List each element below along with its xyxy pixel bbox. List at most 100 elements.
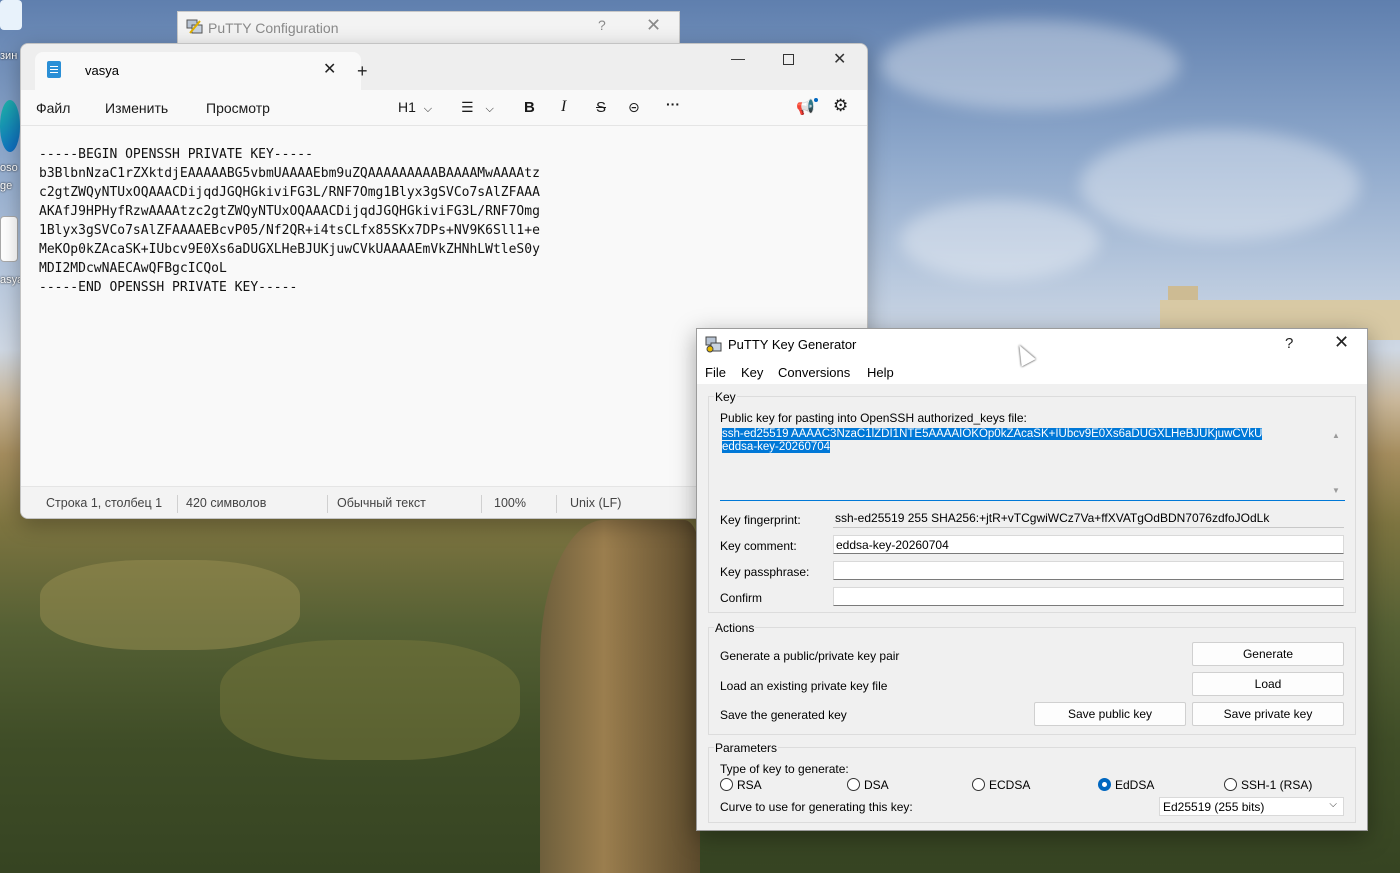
editor-line: -----BEGIN OPENSSH PRIVATE KEY----- — [39, 147, 313, 162]
settings-gear-icon[interactable]: ⚙ — [833, 96, 848, 116]
tab-vasya[interactable]: vasya ✕ — [35, 52, 361, 90]
italic-button[interactable]: I — [561, 98, 566, 116]
divider — [327, 495, 328, 513]
cloud — [1080, 130, 1360, 240]
menu-conversions[interactable]: Conversions — [778, 365, 850, 380]
menu-bar: Файл Изменить Просмотр H1 ⌵ ☰ ⌵ B I S ⊝ … — [21, 90, 867, 126]
group-title: Parameters — [714, 741, 779, 755]
group-title: Key — [714, 390, 737, 404]
save-private-key-button[interactable]: Save private key — [1192, 702, 1344, 726]
radio-circle — [720, 778, 733, 791]
radio-label: DSA — [864, 778, 889, 792]
close-button[interactable]: ✕ — [1334, 332, 1349, 353]
more-options-icon[interactable]: ··· — [666, 96, 680, 112]
strikethrough-button[interactable]: S — [596, 99, 606, 116]
fingerprint-field[interactable]: ssh-ed25519 255 SHA256:+jtR+vTCgwiWCz7Va… — [833, 509, 1344, 528]
heading-dropdown[interactable]: H1 ⌵ — [398, 99, 432, 116]
heading-label: H1 — [398, 99, 416, 115]
generate-description: Generate a public/private key pair — [720, 649, 900, 663]
desktop-icon-recycle-bin[interactable]: зин — [0, 0, 22, 62]
radio-label: EdDSA — [1115, 778, 1155, 792]
chevron-down-icon: ⌵ — [1329, 799, 1337, 810]
public-key-label: Public key for pasting into OpenSSH auth… — [720, 411, 1027, 425]
puttygen-icon — [705, 336, 722, 353]
desktop-icon-edge[interactable]: oso ge — [0, 100, 22, 192]
title-bar[interactable]: vasya ✕ + — ✕ — [21, 44, 867, 90]
notepad-icon — [47, 61, 61, 78]
chevron-down-icon: ⌵ — [485, 103, 494, 115]
notification-dot — [814, 98, 818, 102]
public-key-textarea[interactable]: ssh-ed25519 AAAAC3NzaC1lZDI1NTE5AAAAIOKO… — [720, 426, 1345, 501]
divider — [481, 495, 482, 513]
menu-help[interactable]: Help — [867, 365, 894, 380]
field — [220, 640, 520, 760]
desktop-icon-label: ge — [0, 180, 13, 192]
divider — [556, 495, 557, 513]
menu-file[interactable]: File — [705, 365, 726, 380]
cloud — [900, 200, 1100, 280]
close-button[interactable]: ✕ — [646, 15, 661, 36]
radio-circle — [972, 778, 985, 791]
key-comment-field[interactable]: eddsa-key-20260704 — [833, 535, 1344, 554]
radio-circle — [1224, 778, 1237, 791]
menu-bar: File Key Conversions Help — [697, 360, 1367, 384]
link-icon[interactable]: ⊝ — [628, 99, 640, 116]
editor-line: c2gtZWQyNTUxOQAAACDijqdJGQHGkiviFG3L/RNF… — [39, 185, 540, 200]
announcement-icon[interactable]: 📢 — [796, 98, 815, 116]
curve-label: Curve to use for generating this key: — [720, 800, 913, 814]
menu-edit[interactable]: Изменить — [105, 100, 168, 116]
text-editor[interactable]: -----BEGIN OPENSSH PRIVATE KEY----- b3Bl… — [39, 145, 540, 297]
editor-line: MeKOp0kZAcaSK+IUbcv9E0Xs6aDUGXLHeBJUKjuw… — [39, 242, 540, 257]
tab-title: vasya — [85, 63, 119, 78]
radio-label: ECDSA — [989, 778, 1031, 792]
scroll-up-arrow-icon[interactable]: ▲ — [1332, 431, 1340, 440]
confirm-label: Confirm — [720, 591, 763, 605]
divider — [177, 495, 178, 513]
confirm-passphrase-field[interactable] — [833, 587, 1344, 606]
window-title: PuTTY Configuration — [208, 20, 339, 36]
window-title: PuTTY Key Generator — [728, 337, 857, 352]
menu-key[interactable]: Key — [741, 365, 763, 380]
cursor-position: Строка 1, столбец 1 — [46, 496, 163, 510]
selected-text: ssh-ed25519 AAAAC3NzaC1lZDI1NTE5AAAAIOKO… — [722, 428, 1263, 440]
desktop-icon-label: зин — [0, 50, 18, 62]
load-description: Load an existing private key file — [720, 679, 888, 693]
help-button[interactable]: ? — [598, 17, 606, 33]
putty-icon — [186, 19, 203, 34]
public-key-text: ssh-ed25519 AAAAC3NzaC1lZDI1NTE5AAAAIOKO… — [722, 428, 1322, 454]
radio-circle-selected — [1098, 778, 1111, 791]
maximize-button[interactable] — [783, 54, 794, 65]
menu-file[interactable]: Файл — [36, 100, 70, 116]
editor-line: b3BlbnNzaC1rZXktdjEAAAAABG5vbmUAAAAEbm9u… — [39, 166, 540, 181]
key-type-label: Type of key to generate: — [720, 762, 849, 776]
zoom-level[interactable]: 100% — [494, 496, 526, 510]
group-title: Actions — [714, 621, 756, 635]
editor-line: AKAfJ9HPHyfRzwAAAAtzc2gtZWQyNTUxOQAAACDi… — [39, 204, 540, 219]
cloud — [880, 20, 1180, 110]
close-tab-button[interactable]: ✕ — [323, 59, 336, 79]
close-button[interactable]: ✕ — [833, 49, 846, 69]
generate-button[interactable]: Generate — [1192, 642, 1344, 666]
putty-key-generator-window[interactable]: PuTTY Key Generator ? ✕ File Key Convers… — [696, 328, 1368, 831]
bold-button[interactable]: B — [524, 99, 535, 116]
radio-circle — [847, 778, 860, 791]
scroll-down-arrow-icon[interactable]: ▼ — [1332, 486, 1340, 495]
new-tab-button[interactable]: + — [357, 61, 368, 82]
curve-value: Ed25519 (255 bits) — [1163, 800, 1265, 814]
list-icon: ☰ — [461, 99, 474, 115]
load-button[interactable]: Load — [1192, 672, 1344, 696]
list-dropdown[interactable]: ☰ ⌵ — [461, 99, 494, 116]
desktop-icon-text-file[interactable]: asya — [0, 216, 23, 286]
character-count: 420 символов — [186, 496, 267, 510]
edge-icon — [0, 100, 20, 152]
save-public-key-button[interactable]: Save public key — [1034, 702, 1186, 726]
recycle-bin-icon — [0, 0, 22, 30]
minimize-button[interactable]: — — [731, 50, 745, 66]
text-file-icon — [0, 216, 18, 262]
help-button[interactable]: ? — [1285, 335, 1293, 352]
passphrase-field[interactable] — [833, 561, 1344, 580]
curve-select[interactable]: Ed25519 (255 bits) ⌵ — [1159, 797, 1344, 816]
editor-line: MDI2MDcwNAECAwQFBgcICQoL — [39, 261, 227, 276]
editor-line: -----END OPENSSH PRIVATE KEY----- — [39, 280, 298, 295]
menu-view[interactable]: Просмотр — [206, 100, 270, 116]
